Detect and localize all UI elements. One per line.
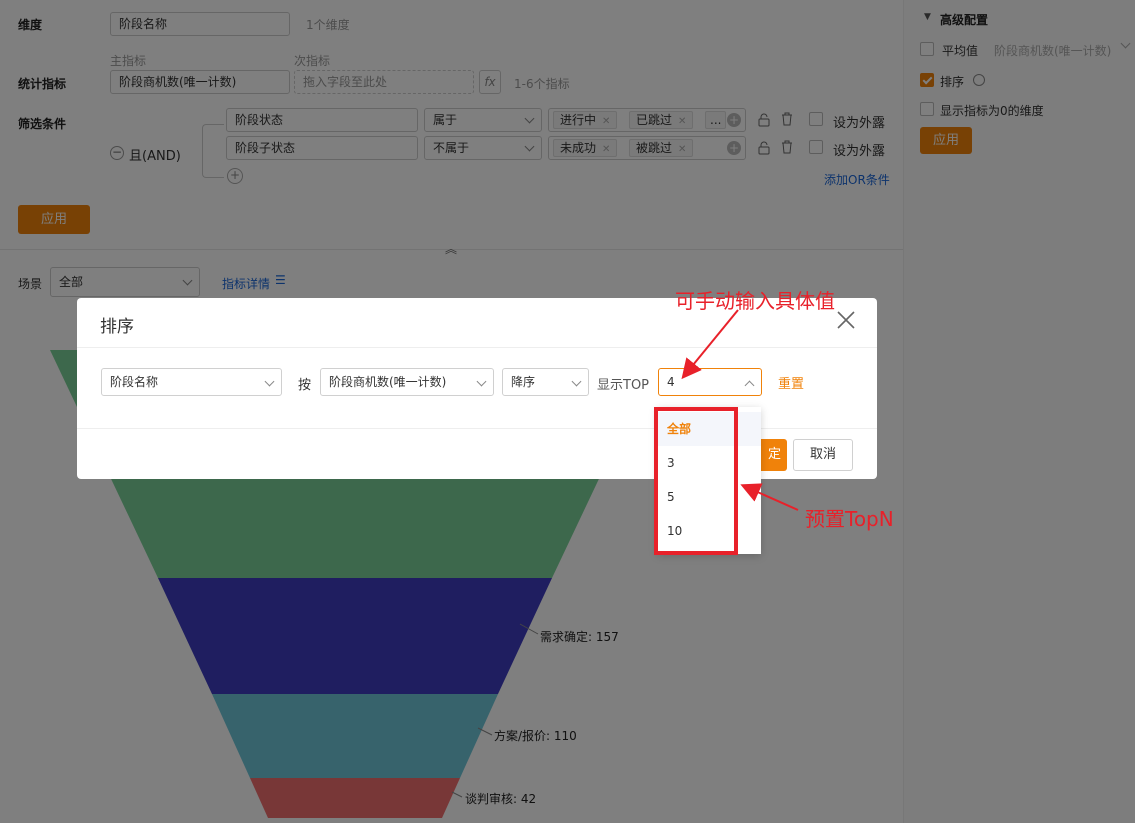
arrow-preset-topn: [740, 483, 799, 511]
arrow-manual-input: [681, 309, 739, 380]
annotation-arrows: [681, 309, 799, 511]
